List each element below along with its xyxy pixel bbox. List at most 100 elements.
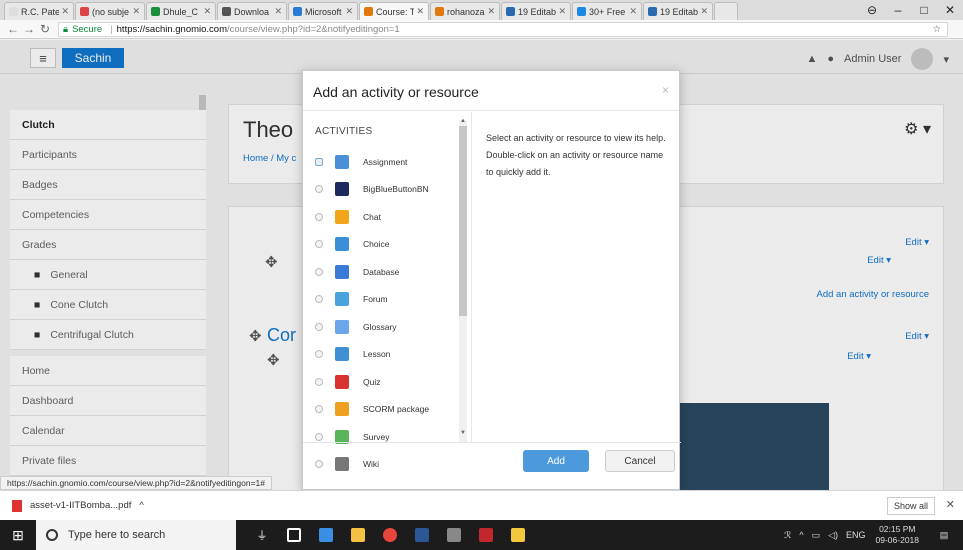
acrobat-icon[interactable] xyxy=(470,520,502,550)
edge-icon[interactable] xyxy=(310,520,342,550)
activity-option-choice[interactable]: Choice xyxy=(303,231,469,259)
close-tab-icon[interactable]: ✕ xyxy=(132,6,140,17)
back-button[interactable]: ← xyxy=(6,22,20,36)
activity-option-bigbluebuttonbn[interactable]: BigBlueButtonBN xyxy=(303,176,469,204)
tab-favicon xyxy=(435,7,444,16)
dialog-header: Add an activity or resource × xyxy=(303,71,679,111)
activity-option-assignment[interactable]: Assignment xyxy=(303,148,469,176)
url-host: https://sachin.gnomio.com xyxy=(116,23,227,35)
language-indicator[interactable]: ENG xyxy=(846,530,866,540)
close-icon[interactable]: × xyxy=(662,83,669,97)
scroll-down-icon[interactable]: ▼ xyxy=(459,430,467,436)
close-tab-icon[interactable]: ✕ xyxy=(558,6,566,17)
close-icon[interactable]: ✕ xyxy=(946,498,955,511)
minimize-button[interactable]: – xyxy=(885,3,911,17)
secure-label: Secure xyxy=(72,23,103,35)
activity-option-forum[interactable]: Forum xyxy=(303,286,469,314)
radio-button[interactable] xyxy=(315,405,323,414)
activity-option-quiz[interactable]: Quiz xyxy=(303,368,469,396)
tab-title: rohanoza xyxy=(447,6,485,17)
close-tab-icon[interactable]: ✕ xyxy=(629,6,637,17)
database-icon xyxy=(335,264,349,279)
lesson-icon xyxy=(335,347,349,362)
tab-favicon xyxy=(293,7,302,16)
browser-tab[interactable]: 19 Editab ✕ xyxy=(643,2,713,20)
reload-button[interactable]: ↻ xyxy=(38,22,52,36)
new-tab-button[interactable] xyxy=(714,2,738,20)
browser-tab[interactable]: Course: T ✕ xyxy=(359,2,429,20)
notifications-center-icon[interactable]: ▤ xyxy=(929,530,959,541)
browser-tab[interactable]: rohanoza ✕ xyxy=(430,2,500,20)
download-item[interactable]: asset-v1-IITBomba...pdf ^ xyxy=(12,499,144,512)
activity-label: Choice xyxy=(363,239,390,250)
chevron-up-icon[interactable]: ^ xyxy=(139,500,143,511)
word-icon[interactable] xyxy=(406,520,438,550)
activity-list: Assignment BigBlueButtonBN Chat Choice Datab… xyxy=(303,148,469,478)
activity-label: Forum xyxy=(363,294,388,305)
radio-button[interactable] xyxy=(315,432,323,441)
task-view-icon[interactable] xyxy=(278,520,310,550)
pdf-icon xyxy=(12,499,22,512)
browser-tab-strip: R.C. Patel ✕ (no subje ✕ Dhule_C ✕ Downloa ✕ Mic… xyxy=(0,0,963,20)
bookmark-star-icon[interactable]: ☆ xyxy=(932,24,941,35)
radio-button[interactable] xyxy=(315,267,323,276)
close-tab-icon[interactable]: ✕ xyxy=(487,6,495,17)
browser-tab[interactable]: 19 Editab ✕ xyxy=(501,2,571,20)
close-tab-icon[interactable]: ✕ xyxy=(203,6,211,17)
close-window-button[interactable]: ✕ xyxy=(937,3,963,17)
maximize-button[interactable]: □ xyxy=(911,3,937,17)
radio-button[interactable] xyxy=(315,322,323,331)
activity-option-glossary[interactable]: Glossary xyxy=(303,313,469,341)
radio-button[interactable] xyxy=(315,212,323,221)
tab-favicon xyxy=(222,7,231,16)
close-tab-icon[interactable]: ✕ xyxy=(61,6,69,17)
scroll-up-icon[interactable]: ▲ xyxy=(459,118,467,124)
activity-list-scrollbar[interactable]: ▲ ▼ xyxy=(459,118,467,442)
activity-label: Glossary xyxy=(363,321,397,332)
browser-tab[interactable]: R.C. Patel ✕ xyxy=(4,2,74,20)
close-tab-icon[interactable]: ✕ xyxy=(274,6,282,17)
radio-button[interactable] xyxy=(315,240,323,249)
show-all-button[interactable]: Show all xyxy=(886,497,935,515)
activities-heading: ACTIVITIES xyxy=(315,126,373,137)
radio-button[interactable] xyxy=(315,157,323,166)
quiz-icon xyxy=(335,374,349,389)
activity-option-scorm-package[interactable]: SCORM package xyxy=(303,396,469,424)
browser-tab[interactable]: (no subje ✕ xyxy=(75,2,145,20)
tab-favicon xyxy=(80,7,89,16)
store-icon[interactable] xyxy=(342,520,374,550)
chrome-icon[interactable] xyxy=(374,520,406,550)
browser-tab[interactable]: Downloa ✕ xyxy=(217,2,287,20)
activity-option-database[interactable]: Database xyxy=(303,258,469,286)
clock[interactable]: 02:15 PM 09-06-2018 xyxy=(876,524,919,546)
calculator-icon[interactable] xyxy=(438,520,470,550)
url-divider: | xyxy=(110,23,113,35)
forward-button[interactable]: → xyxy=(22,22,36,36)
scrollbar-thumb[interactable] xyxy=(459,126,467,316)
chevron-up-icon[interactable]: ^ xyxy=(799,530,803,540)
taskbar-search[interactable]: Type here to search xyxy=(36,520,236,550)
activity-option-lesson[interactable]: Lesson xyxy=(303,341,469,369)
radio-button[interactable] xyxy=(315,185,323,194)
radio-button[interactable] xyxy=(315,377,323,386)
volume-icon[interactable]: ◁) xyxy=(828,530,838,541)
address-bar: ← → ↻ 🔒︎ Secure | https://sachin.gnomio.… xyxy=(0,20,963,39)
cancel-button[interactable]: Cancel xyxy=(605,450,675,472)
url-field[interactable]: 🔒︎ Secure | https://sachin.gnomio.com /c… xyxy=(58,21,948,37)
browser-tab[interactable]: Microsoft ✕ xyxy=(288,2,358,20)
browser-tab[interactable]: Dhule_C ✕ xyxy=(146,2,216,20)
people-icon[interactable]: ℛ xyxy=(784,530,791,541)
close-tab-icon[interactable]: ✕ xyxy=(700,6,708,17)
file-explorer-icon[interactable] xyxy=(502,520,534,550)
profile-icon[interactable]: ⊖ xyxy=(859,3,885,17)
add-button[interactable]: Add xyxy=(523,450,589,472)
close-tab-icon[interactable]: ✕ xyxy=(345,6,353,17)
radio-button[interactable] xyxy=(315,295,323,304)
radio-button[interactable] xyxy=(315,350,323,359)
activity-option-chat[interactable]: Chat xyxy=(303,203,469,231)
network-icon[interactable]: ▭ xyxy=(812,530,821,541)
microphone-icon[interactable]: ⏚ xyxy=(246,520,278,550)
close-tab-icon[interactable]: ✕ xyxy=(416,6,424,17)
browser-tab[interactable]: 30+ Free ✕ xyxy=(572,2,642,20)
windows-start-icon[interactable]: ⊞ xyxy=(0,520,36,550)
